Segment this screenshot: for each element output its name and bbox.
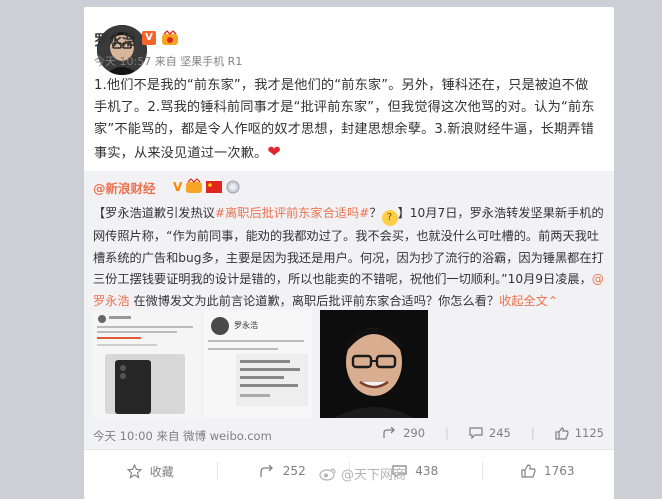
repost-author[interactable]: @新浪财经: [93, 178, 156, 197]
blue-verified-icon: V: [173, 180, 183, 194]
hashtag-link[interactable]: #离职后批评前东家合适吗#: [215, 206, 370, 220]
repost-like-value: 1125: [574, 426, 604, 440]
thinking-emoji-icon: ?: [381, 210, 398, 226]
like-count: 1763: [543, 464, 575, 478]
repost-like-count[interactable]: 1125: [555, 426, 604, 440]
collapse-text-link[interactable]: 收起全文: [499, 294, 548, 308]
thumbs-up-icon: [521, 464, 536, 478]
post-body: 1.他们不是我的“前东家”，我才是他们的“前东家”。另外，锤科还在，只是被迫不做…: [94, 75, 600, 165]
post-text: 1.他们不是我的“前东家”，我才是他们的“前东家”。另外，锤科还在，只是被迫不做…: [94, 78, 595, 161]
repost-image-1[interactable]: [93, 310, 201, 418]
medal-icon: [226, 180, 240, 194]
repost-count: 252: [282, 464, 306, 478]
thumbs-up-icon: [555, 426, 569, 440]
watermark-text: @天下网商: [341, 468, 407, 483]
watermark: @天下网商: [319, 464, 406, 483]
author-name[interactable]: 罗永浩: [94, 30, 136, 50]
repost-block: @新浪财经 V 【罗永浩道歉引发热议#离职后批评前东家合适吗#？? 】10月7日，…: [84, 171, 614, 449]
weibo-logo-icon: [319, 467, 336, 481]
repost-forward-value: 290: [403, 426, 426, 440]
forward-icon: [383, 427, 395, 438]
post-meta: 今天 10:57 来自 坚果手机 R1: [94, 55, 243, 68]
verified-badge-icon: V: [142, 31, 156, 45]
repost-body: 【罗永浩道歉引发热议#离职后批评前东家合适吗#？? 】10月7日，罗永浩转发坚果新…: [93, 203, 605, 312]
repost-text-tail: 在微博发文为此前言论道歉，离职后批评前东家合适吗？你怎么看？: [129, 293, 500, 308]
member-crown-icon: [161, 30, 179, 46]
repost-forward-count[interactable]: 290: [383, 426, 425, 440]
repost-comment-count[interactable]: 245: [469, 426, 511, 440]
china-flag-icon: [206, 181, 222, 193]
like-button[interactable]: 1763: [481, 450, 615, 492]
stat-divider: |: [445, 426, 449, 440]
favorite-label: 收藏: [149, 464, 174, 479]
repost-text-close: ？: [369, 206, 382, 220]
repost-stats: 290 | 245 | 1125: [383, 426, 604, 440]
repost-timestamp: 今天 10:00 来自 微博 weibo.com: [93, 429, 272, 443]
stat-divider: |: [530, 426, 535, 440]
thumb2-author-label: 罗永浩: [234, 321, 258, 330]
star-icon: [126, 463, 142, 479]
repost-image-3[interactable]: [320, 310, 428, 418]
favorite-button[interactable]: 收藏: [84, 450, 217, 492]
repost-badges: [184, 177, 244, 195]
member-crown-icon: [186, 178, 202, 193]
chevron-up-icon[interactable]: ⌃: [548, 294, 558, 308]
comment-count: 438: [415, 464, 439, 478]
forward-icon: [260, 464, 273, 477]
repost-comment-value: 245: [488, 426, 511, 440]
repost-image-2[interactable]: 罗永浩: [204, 310, 312, 418]
comment-icon: [469, 427, 483, 439]
heart-icon: ❤: [267, 142, 281, 161]
repost-text-open: 【罗永浩道歉引发热议: [93, 206, 215, 220]
